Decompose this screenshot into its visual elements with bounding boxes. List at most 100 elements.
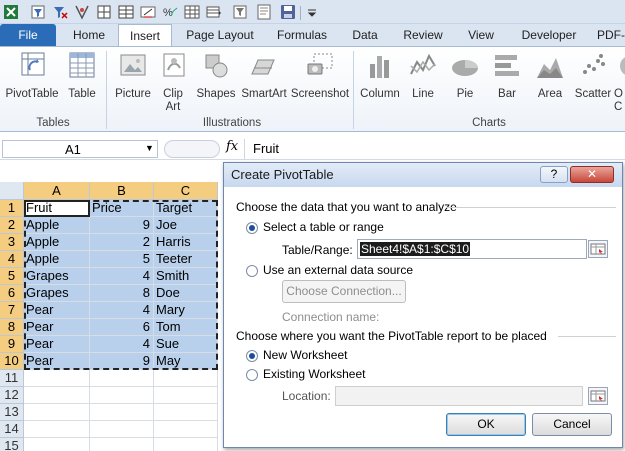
borders-icon[interactable]	[96, 4, 112, 20]
row-header[interactable]: 13	[0, 404, 24, 421]
cancel-button[interactable]: Cancel	[532, 413, 612, 436]
cell[interactable]	[24, 404, 90, 421]
bar-chart-button[interactable]: Bar	[488, 50, 526, 101]
column-header-c[interactable]: C	[154, 182, 218, 200]
radio-select-table-label[interactable]: Select a table or range	[263, 220, 384, 234]
cell[interactable]	[154, 370, 218, 387]
radio-select-table[interactable]	[246, 222, 258, 234]
cell[interactable]	[24, 438, 90, 451]
tab-developer[interactable]: Developer	[514, 24, 584, 46]
shapes-button[interactable]: Shapes	[194, 50, 238, 101]
cell[interactable]	[154, 438, 218, 451]
print-preview-icon[interactable]	[256, 4, 272, 20]
radio-external-source[interactable]	[246, 265, 258, 277]
smartart-button[interactable]: SmartArt	[240, 50, 288, 101]
cell[interactable]	[24, 387, 90, 404]
row-header[interactable]: 2	[0, 217, 24, 234]
tab-pdf[interactable]: PDF-	[594, 24, 625, 46]
cell[interactable]	[24, 370, 90, 387]
cell[interactable]	[154, 387, 218, 404]
row-header[interactable]: 7	[0, 302, 24, 319]
row-header[interactable]: 1	[0, 200, 24, 217]
row-header[interactable]: 3	[0, 234, 24, 251]
tab-home[interactable]: Home	[66, 24, 112, 46]
ok-button[interactable]: OK	[446, 413, 526, 436]
cell[interactable]	[90, 387, 154, 404]
row-header[interactable]: 14	[0, 421, 24, 438]
row-header[interactable]: 4	[0, 251, 24, 268]
row-header[interactable]: 12	[0, 387, 24, 404]
tab-formulas[interactable]: Formulas	[270, 24, 334, 46]
pivottable-button[interactable]: PivotTable	[4, 50, 60, 101]
cell[interactable]	[154, 421, 218, 438]
tab-view[interactable]: View	[460, 24, 502, 46]
row-header[interactable]: 5	[0, 268, 24, 285]
radio-existing-worksheet[interactable]	[246, 369, 258, 381]
row-header[interactable]: 10	[0, 353, 24, 370]
formula-expand-handle[interactable]	[164, 140, 220, 158]
formula-input[interactable]: Fruit	[253, 141, 279, 156]
table-range-input[interactable]: Sheet4!$A$1:$C$10	[357, 239, 587, 259]
radio-new-worksheet[interactable]	[246, 350, 258, 362]
select-all-corner[interactable]	[0, 182, 24, 200]
line-chart-button[interactable]: Line	[404, 50, 442, 101]
screenshot-button[interactable]: Screenshot	[290, 50, 350, 101]
name-box[interactable]: A1 ▼	[2, 140, 158, 158]
column-header-a[interactable]: A	[24, 182, 90, 200]
name-box-dropdown-icon[interactable]: ▼	[145, 143, 154, 153]
location-picker-button[interactable]	[588, 387, 608, 405]
tab-data[interactable]: Data	[344, 24, 386, 46]
percent-icon[interactable]	[140, 4, 156, 20]
row-header[interactable]: 15	[0, 438, 24, 451]
picture-button[interactable]: Picture	[112, 50, 154, 101]
other-charts-button[interactable]: O C	[614, 50, 625, 114]
radio-existing-worksheet-label[interactable]: Existing Worksheet	[263, 367, 366, 381]
cell[interactable]	[90, 438, 154, 451]
svg-text:%: %	[163, 7, 173, 19]
radio-external-source-label[interactable]: Use an external data source	[263, 263, 413, 277]
cell[interactable]	[24, 421, 90, 438]
tab-page-layout[interactable]: Page Layout	[180, 24, 260, 46]
help-button[interactable]: ?	[540, 166, 568, 183]
quick-access-toolbar: %	[0, 0, 625, 24]
insert-function-icon[interactable]: fx	[226, 139, 238, 154]
cell[interactable]	[154, 404, 218, 421]
customize-icon[interactable]	[304, 4, 320, 20]
choose-connection-button[interactable]: Choose Connection...	[282, 280, 406, 303]
column-chart-button[interactable]: Column	[358, 50, 402, 101]
column-header-b[interactable]: B	[90, 182, 154, 200]
row-header[interactable]: 9	[0, 336, 24, 353]
line-chart-icon	[410, 53, 436, 75]
autofilter-icon[interactable]	[30, 4, 46, 20]
range-picker-icon	[590, 243, 606, 255]
pie-chart-button[interactable]: Pie	[446, 50, 484, 101]
pie-label: Pie	[456, 88, 474, 100]
filter-icon[interactable]	[232, 4, 248, 20]
remove-duplicates-icon[interactable]	[74, 4, 90, 20]
table-button[interactable]: Table	[64, 50, 100, 101]
tab-review[interactable]: Review	[396, 24, 450, 46]
cell[interactable]	[90, 404, 154, 421]
merge-icon[interactable]	[118, 4, 134, 20]
location-input[interactable]	[335, 386, 583, 406]
clip-art-button[interactable]: Clip Art	[158, 50, 188, 114]
table-grid-icon[interactable]	[184, 4, 200, 20]
scatter-chart-button[interactable]: Scatter	[572, 50, 614, 101]
row-header[interactable]: 8	[0, 319, 24, 336]
format-table-icon[interactable]	[206, 4, 222, 20]
save-icon[interactable]	[280, 4, 296, 20]
row-header[interactable]: 6	[0, 285, 24, 302]
cell[interactable]	[90, 370, 154, 387]
close-button[interactable]: ✕	[570, 166, 614, 183]
clear-filter-icon[interactable]	[52, 4, 68, 20]
range-picker-button[interactable]	[588, 240, 608, 258]
conditional-format-icon[interactable]: %	[162, 4, 178, 20]
area-chart-button[interactable]: Area	[530, 50, 570, 101]
cell[interactable]	[90, 421, 154, 438]
radio-new-worksheet-label[interactable]: New Worksheet	[263, 348, 347, 362]
area-label: Area	[537, 88, 563, 100]
tab-insert[interactable]: Insert	[118, 24, 172, 47]
tab-file[interactable]: File	[0, 24, 56, 46]
clip-art-label: Clip	[163, 88, 183, 100]
row-header[interactable]: 11	[0, 370, 24, 387]
